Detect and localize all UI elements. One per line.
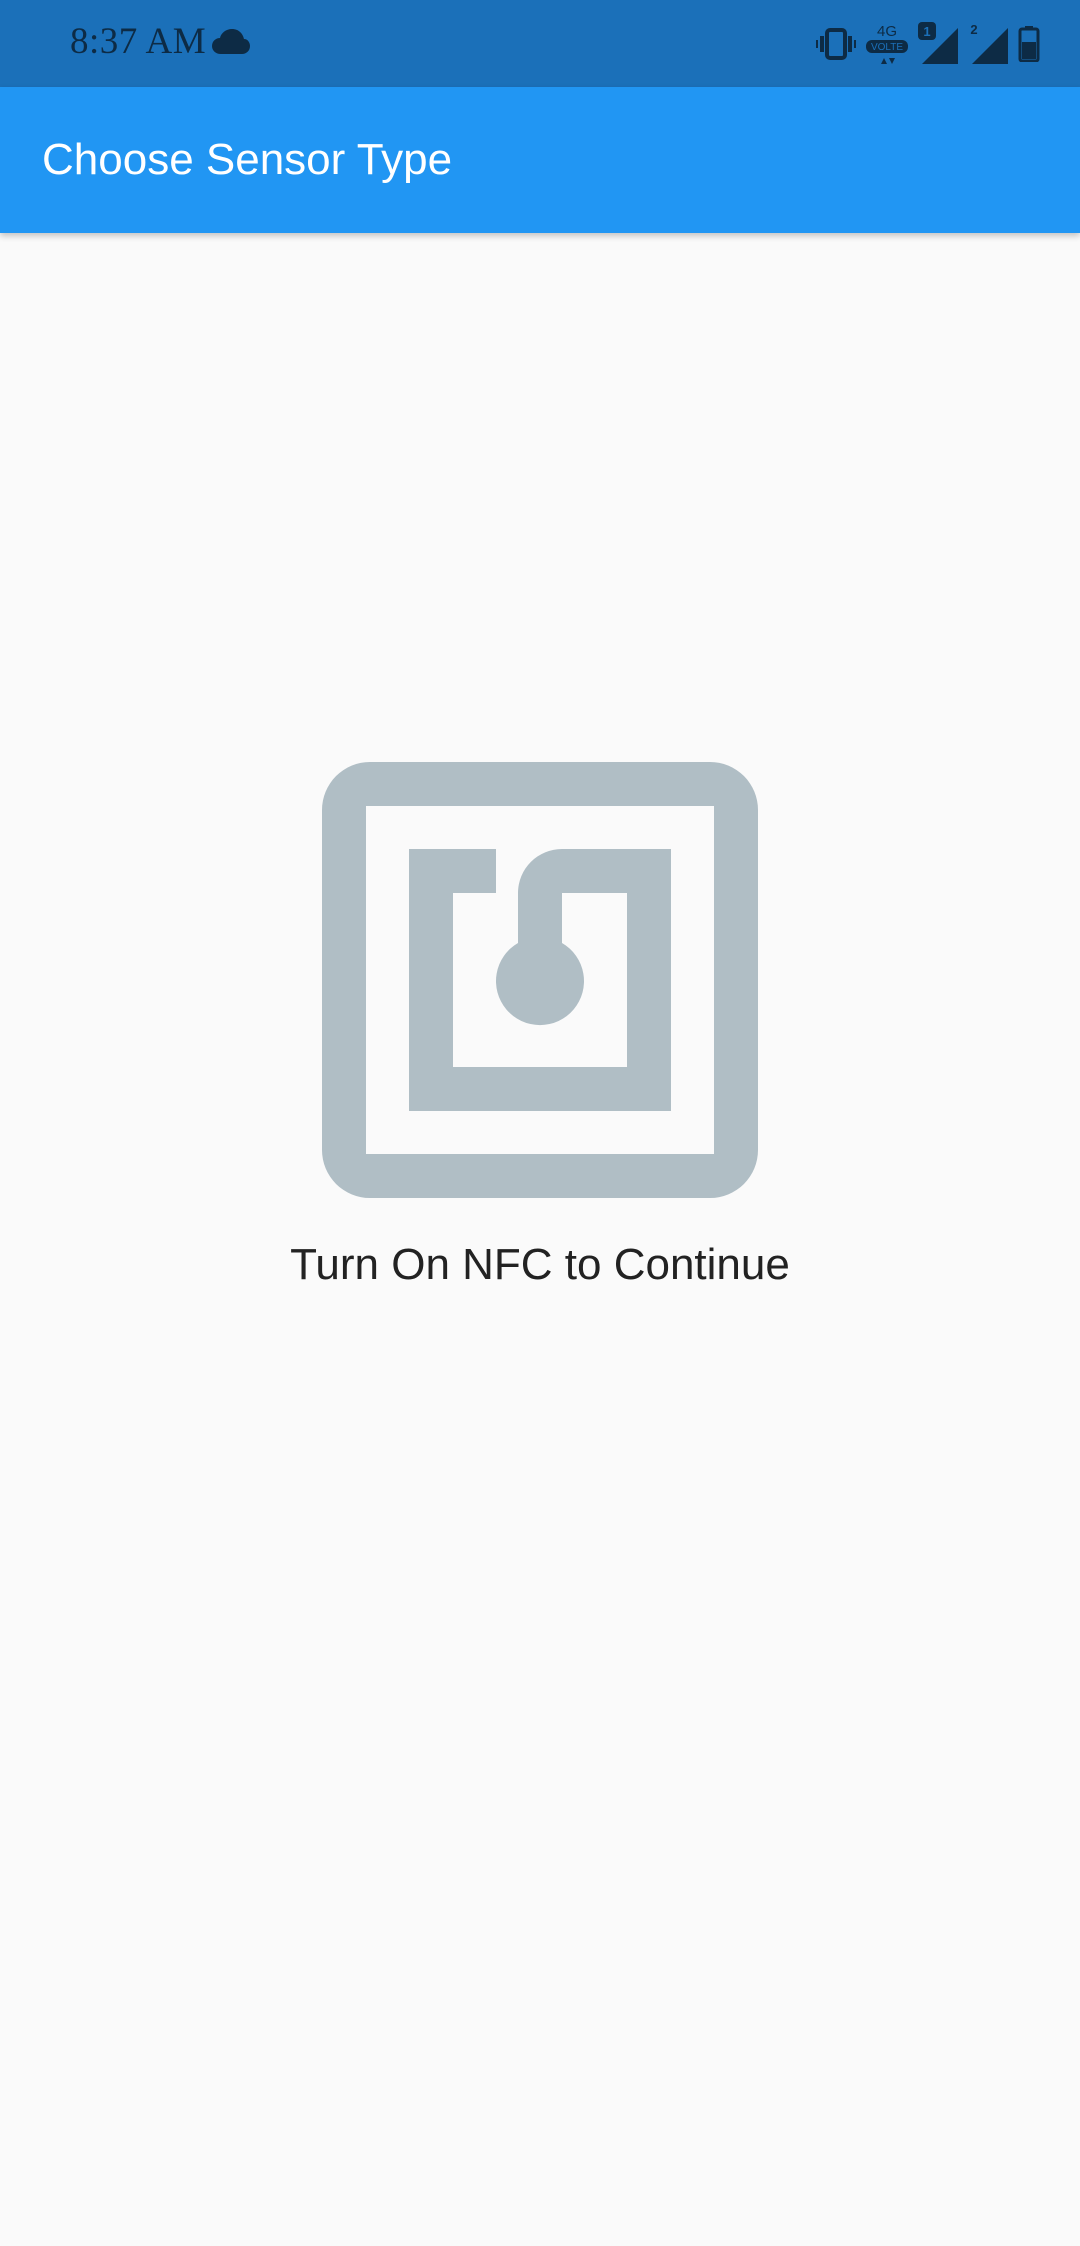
page-title: Choose Sensor Type [42,135,453,184]
sim2-label: 2 [970,22,977,37]
network-label: 4G [877,23,897,40]
app-bar: Choose Sensor Type [0,87,1080,233]
nfc-icon [322,762,758,1198]
battery-icon [1018,26,1040,62]
network-type-icon: 4G VOLTE [864,22,910,66]
status-bar: 8:37 AM 4G VOLTE 1 2 [0,0,1080,87]
signal-icon-sim2: 2 [968,22,1010,66]
volte-label: VOLTE [871,42,903,53]
signal-icon-sim1: 1 [918,22,960,66]
nfc-message: Turn On NFC to Continue [290,1240,790,1289]
status-time: 8:37 AM [70,21,207,62]
vibrate-icon [816,27,856,61]
status-icons: 4G VOLTE 1 2 [816,20,1040,68]
cloud-icon [211,28,251,56]
sim1-label: 1 [923,24,930,39]
